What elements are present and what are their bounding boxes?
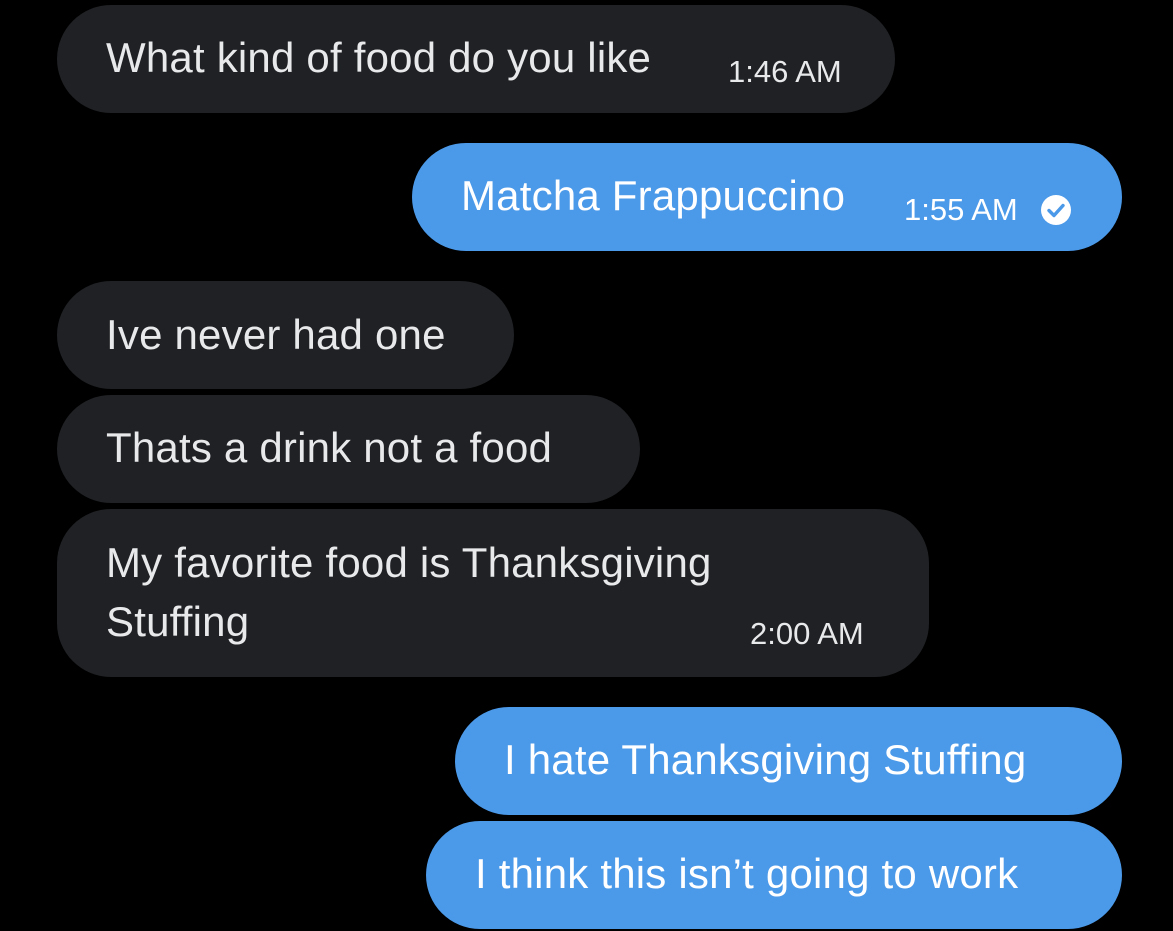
message-timestamp: 1:55 AM xyxy=(904,192,1018,227)
message-text: What kind of food do you like xyxy=(106,34,652,81)
message-text-line-1: My favorite food is Thanksgiving xyxy=(106,539,712,586)
message-timestamp: 2:00 AM xyxy=(750,616,864,651)
message-text: I think this isn’t going to work xyxy=(475,850,1019,897)
outgoing-message-bubble[interactable]: I think this isn’t going to work xyxy=(426,821,1122,929)
outgoing-message-bubble[interactable]: Matcha Frappuccino 1:55 AM xyxy=(412,143,1122,251)
read-check-icon xyxy=(1041,195,1071,225)
message-text-line-2: Stuffing xyxy=(106,598,250,645)
message-text: I hate Thanksgiving Stuffing xyxy=(504,736,1027,783)
incoming-message-bubble[interactable]: Thats a drink not a food xyxy=(57,395,640,503)
incoming-message-bubble[interactable]: Ive never had one xyxy=(57,281,514,389)
message-text: Matcha Frappuccino xyxy=(461,172,846,219)
incoming-message-bubble[interactable]: My favorite food is Thanksgiving Stuffin… xyxy=(57,509,929,677)
outgoing-message-bubble[interactable]: I hate Thanksgiving Stuffing xyxy=(455,707,1122,815)
incoming-message-bubble[interactable]: What kind of food do you like 1:46 AM xyxy=(57,5,895,113)
message-text: Thats a drink not a food xyxy=(106,424,553,471)
message-text: Ive never had one xyxy=(106,311,446,358)
message-timestamp: 1:46 AM xyxy=(728,54,842,89)
